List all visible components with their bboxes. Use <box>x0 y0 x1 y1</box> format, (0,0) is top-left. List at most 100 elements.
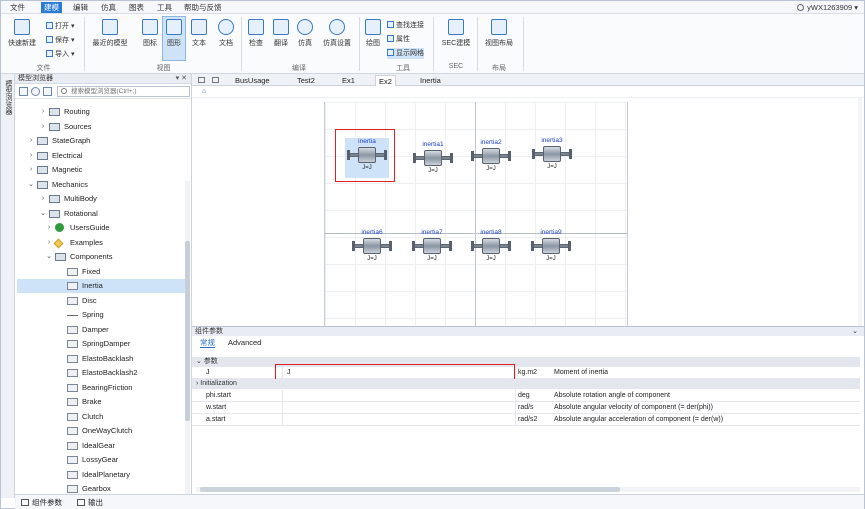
canvas-scrollbar[interactable] <box>858 98 862 326</box>
tab-component-params[interactable]: 组件参数 <box>21 497 62 508</box>
tree-item-springdamper[interactable]: SpringDamper <box>17 337 187 351</box>
diagram-view-button[interactable]: 图形 <box>162 16 186 61</box>
expand-arrow-icon[interactable]: › <box>27 163 35 177</box>
show-grid-toggle[interactable]: 显示网格 <box>387 48 424 59</box>
expand-arrow-icon[interactable]: › <box>39 192 47 206</box>
menu-edit[interactable]: 编辑 <box>70 2 91 13</box>
inertia-component[interactable]: inertia2 J=J <box>469 139 513 179</box>
pin-icon[interactable]: ⌄ <box>852 327 858 336</box>
model-search-input[interactable] <box>57 86 190 97</box>
inertia-component[interactable]: inertia3 J=J <box>530 137 574 177</box>
tree-item-electrical[interactable]: › Electrical <box>17 149 187 163</box>
tree-item-disc[interactable]: Disc <box>17 294 187 308</box>
draw-button[interactable]: 绘图 <box>361 17 385 48</box>
icon-view-button[interactable]: 图标 <box>137 17 163 48</box>
simulate-button[interactable]: 仿真 <box>293 17 317 48</box>
tree-item-bearingfriction[interactable]: BearingFriction <box>17 381 187 395</box>
translate-button[interactable]: 翻译 <box>269 17 293 48</box>
expand-arrow-icon[interactable]: › <box>39 105 47 119</box>
tree-scrollbar[interactable] <box>185 181 190 498</box>
section-initialization[interactable]: › Initialization <box>192 379 860 389</box>
param-value-input[interactable] <box>282 414 516 426</box>
tab-output[interactable]: 输出 <box>77 497 103 508</box>
home-icon[interactable]: ⌂ <box>202 88 206 95</box>
tree-item-elastobacklash[interactable]: ElastoBacklash <box>17 352 187 366</box>
menu-tools[interactable]: 工具 <box>154 2 175 13</box>
inertia-component[interactable]: inertia9 J=J <box>529 229 573 269</box>
sim-settings-button[interactable]: 仿真设置 <box>317 17 357 48</box>
tree-item-sources[interactable]: › Sources <box>17 120 187 134</box>
expand-arrow-icon[interactable]: › <box>45 221 53 235</box>
diagram-canvas[interactable]: inertia J=J inertia1 J=J inertia2 J=J inertia3… <box>192 98 864 326</box>
tab-new-icon[interactable] <box>212 77 219 83</box>
tree-item-stategraph[interactable]: › StateGraph <box>17 134 187 148</box>
collapse-arrow-icon[interactable]: ⌄ <box>27 178 35 192</box>
params-scrollbar[interactable] <box>196 487 860 492</box>
menu-simulation[interactable]: 仿真 <box>98 2 119 13</box>
inertia-component[interactable]: inertia7 J=J <box>410 229 454 269</box>
inertia-component[interactable]: inertia6 J=J <box>350 229 394 269</box>
view-layout-button[interactable]: 视图布局 <box>481 17 517 48</box>
tree-item-magnetic[interactable]: › Magnetic <box>17 163 187 177</box>
menu-modeling[interactable]: 建模 <box>41 2 62 13</box>
tree-item-damper[interactable]: Damper <box>17 323 187 337</box>
tab-ex2[interactable]: Ex2 <box>375 75 396 86</box>
menu-help-feedback[interactable]: 帮助与反馈 <box>181 2 225 13</box>
tree-item-clutch[interactable]: Clutch <box>17 410 187 424</box>
collapse-arrow-icon[interactable]: ⌄ <box>39 207 47 221</box>
quick-new-button[interactable]: 快速新建 <box>5 17 39 48</box>
sec-modeling-button[interactable]: SEC建模 <box>439 17 473 48</box>
doc-view-button[interactable]: 文档 <box>213 17 239 48</box>
tree-item-inertia[interactable]: Inertia <box>17 279 187 293</box>
tree-item-lossygear[interactable]: LossyGear <box>17 453 187 467</box>
user-account[interactable]: yWX1263909 ▾ <box>797 2 858 13</box>
expand-arrow-icon[interactable]: › <box>39 120 47 134</box>
params-scrollbar-thumb[interactable] <box>200 487 620 492</box>
tree-scrollbar-thumb[interactable] <box>185 241 190 421</box>
tree-item-components[interactable]: ⌄ Components <box>17 250 187 264</box>
import-button[interactable]: 导入 ▾ <box>46 49 74 60</box>
tree-item-routing[interactable]: › Routing <box>17 105 187 119</box>
inertia-component[interactable]: inertia8 J=J <box>469 229 513 269</box>
tab-advanced[interactable]: Advanced <box>228 338 261 348</box>
tree-item-idealplanetary[interactable]: IdealPlanetary <box>17 468 187 482</box>
check-button[interactable]: 检查 <box>244 17 268 48</box>
tree-item-spring[interactable]: Spring <box>17 308 187 322</box>
tab-bususage[interactable]: BusUsage <box>232 75 273 86</box>
browser-options-icon[interactable] <box>43 87 52 96</box>
collapse-arrow-icon[interactable]: ⌄ <box>45 250 53 264</box>
tree-item-mechanics[interactable]: ⌄ Mechanics <box>17 178 187 192</box>
text-view-button[interactable]: 文本 <box>187 17 211 48</box>
model-browser-side-tab[interactable]: 模型浏览器 <box>1 74 15 498</box>
tree-item-onewayclutch[interactable]: OneWayClutch <box>17 424 187 438</box>
tab-inertia[interactable]: Inertia <box>417 75 444 86</box>
tree-item-examples[interactable]: › Examples <box>17 236 187 250</box>
expand-arrow-icon[interactable]: › <box>27 149 35 163</box>
tab-list-icon[interactable] <box>198 77 205 83</box>
open-button[interactable]: 打开 ▾ <box>46 21 74 32</box>
param-value-input[interactable] <box>282 402 516 414</box>
param-value-input[interactable] <box>282 390 516 402</box>
expand-arrow-icon[interactable]: › <box>27 134 35 148</box>
tab-ex1[interactable]: Ex1 <box>339 75 358 86</box>
properties-button[interactable]: 属性 <box>387 34 410 45</box>
expand-arrow-icon[interactable]: › <box>45 236 53 250</box>
browser-filter-icon[interactable] <box>31 87 40 96</box>
recent-models-button[interactable]: 最近的模型 <box>89 17 131 48</box>
tree-item-multibody[interactable]: › MultiBody <box>17 192 187 206</box>
tree-item-usersguide[interactable]: › UsersGuide <box>17 221 187 235</box>
tab-general[interactable]: 常规 <box>200 338 215 348</box>
tree-item-fixed[interactable]: Fixed <box>17 265 187 279</box>
panel-controls[interactable]: ▾ ✕ <box>176 74 187 84</box>
tree-item-idealgear[interactable]: IdealGear <box>17 439 187 453</box>
menu-file[interactable]: 文件 <box>7 2 28 13</box>
menu-charts[interactable]: 图表 <box>126 2 147 13</box>
tab-test2[interactable]: Test2 <box>294 75 318 86</box>
tree-item-rotational[interactable]: ⌄ Rotational <box>17 207 187 221</box>
save-button[interactable]: 保存 ▾ <box>46 35 74 46</box>
tree-item-brake[interactable]: Brake <box>17 395 187 409</box>
find-connection-button[interactable]: 查找连接 <box>387 20 424 31</box>
browser-view-icon[interactable] <box>19 87 28 96</box>
tree-item-elastobacklash2[interactable]: ElastoBacklash2 <box>17 366 187 380</box>
inertia-component[interactable]: inertia1 J=J <box>411 141 455 181</box>
